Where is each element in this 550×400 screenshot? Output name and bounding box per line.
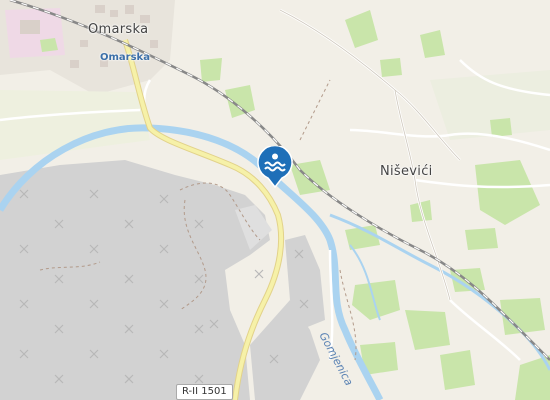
swimming-water-icon: [257, 146, 293, 188]
station-label-omarska: Omarska: [100, 52, 150, 63]
town-label-omarska: Omarska: [88, 22, 149, 37]
map-view[interactable]: Omarska Omarska Niševići R-II 1501 Gomje…: [0, 0, 550, 400]
map-canvas: [0, 0, 550, 400]
road-shield: R-II 1501: [176, 384, 233, 400]
village-label-nisevici: Niševići: [380, 164, 433, 179]
quarry-area: [0, 160, 270, 400]
farmland-area: [0, 90, 150, 160]
